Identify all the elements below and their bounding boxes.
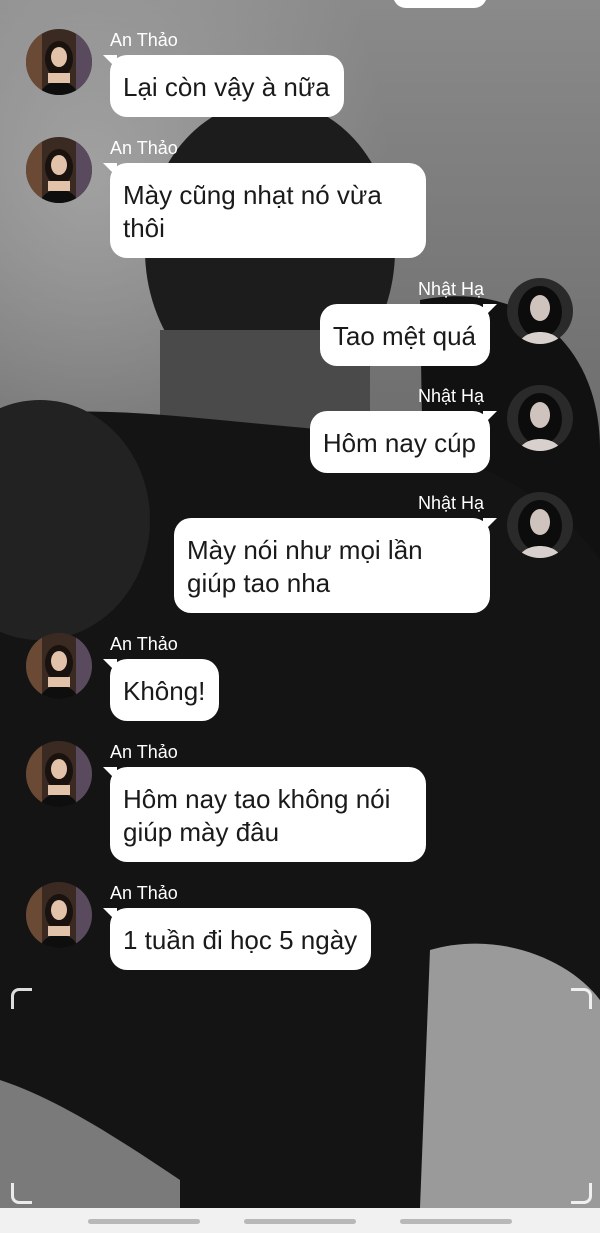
avatar[interactable] xyxy=(26,633,92,699)
avatar[interactable] xyxy=(507,492,573,558)
message-row: Nhật Hạ Hôm nay cúp xyxy=(0,385,600,475)
sender-name: An Thảo xyxy=(110,883,178,903)
sender-name: An Thảo xyxy=(110,30,178,50)
avatar[interactable] xyxy=(26,882,92,948)
recent-apps-icon[interactable] xyxy=(88,1219,200,1224)
message-bubble[interactable]: Hôm nay cúp xyxy=(309,411,490,473)
message-row: An Thảo 1 tuần đi học 5 ngày xyxy=(0,882,600,972)
message-row: An Thảo Không! xyxy=(0,633,600,723)
avatar[interactable] xyxy=(507,278,573,344)
message-bubble[interactable]: Mày cũng nhạt nó vừa thôi xyxy=(110,163,426,258)
corner-bracket-icon xyxy=(11,988,32,1009)
message-bubble[interactable]: 1 tuần đi học 5 ngày xyxy=(110,908,372,970)
chat-screen: An Thảo Lại còn vậy à nữa An Thảo Mày cũ… xyxy=(0,0,600,1233)
avatar[interactable] xyxy=(26,29,92,95)
message-bubble[interactable]: Lại còn vậy à nữa xyxy=(110,55,344,117)
message-row: An Thảo Mày cũng nhạt nó vừa thôi xyxy=(0,137,600,262)
corner-bracket-icon xyxy=(571,988,592,1009)
back-icon[interactable] xyxy=(400,1219,512,1224)
navigation-bar xyxy=(0,1208,600,1233)
message-bubble[interactable]: Tao mệt quá xyxy=(319,304,490,366)
sender-name: Nhật Hạ xyxy=(417,279,484,299)
sender-name: Nhật Hạ xyxy=(417,386,484,406)
previous-message-bubble xyxy=(393,0,487,8)
sender-name: An Thảo xyxy=(110,138,178,158)
corner-bracket-icon xyxy=(11,1183,32,1204)
message-bubble[interactable]: Mày nói như mọi lần giúp tao nha xyxy=(174,518,490,613)
avatar[interactable] xyxy=(26,137,92,203)
message-row: Nhật Hạ Mày nói như mọi lần giúp tao nha xyxy=(0,492,600,617)
sender-name: An Thảo xyxy=(110,742,178,762)
message-row: An Thảo Hôm nay tao không nói giúp mày đ… xyxy=(0,741,600,866)
corner-bracket-icon xyxy=(571,1183,592,1204)
sender-name: An Thảo xyxy=(110,634,178,654)
sender-name: Nhật Hạ xyxy=(417,493,484,513)
home-icon[interactable] xyxy=(244,1219,356,1224)
message-row: An Thảo Lại còn vậy à nữa xyxy=(0,29,600,119)
avatar[interactable] xyxy=(507,385,573,451)
message-bubble[interactable]: Hôm nay tao không nói giúp mày đâu xyxy=(110,767,426,862)
avatar[interactable] xyxy=(26,741,92,807)
message-row: Nhật Hạ Tao mệt quá xyxy=(0,278,600,368)
message-bubble[interactable]: Không! xyxy=(110,659,220,721)
